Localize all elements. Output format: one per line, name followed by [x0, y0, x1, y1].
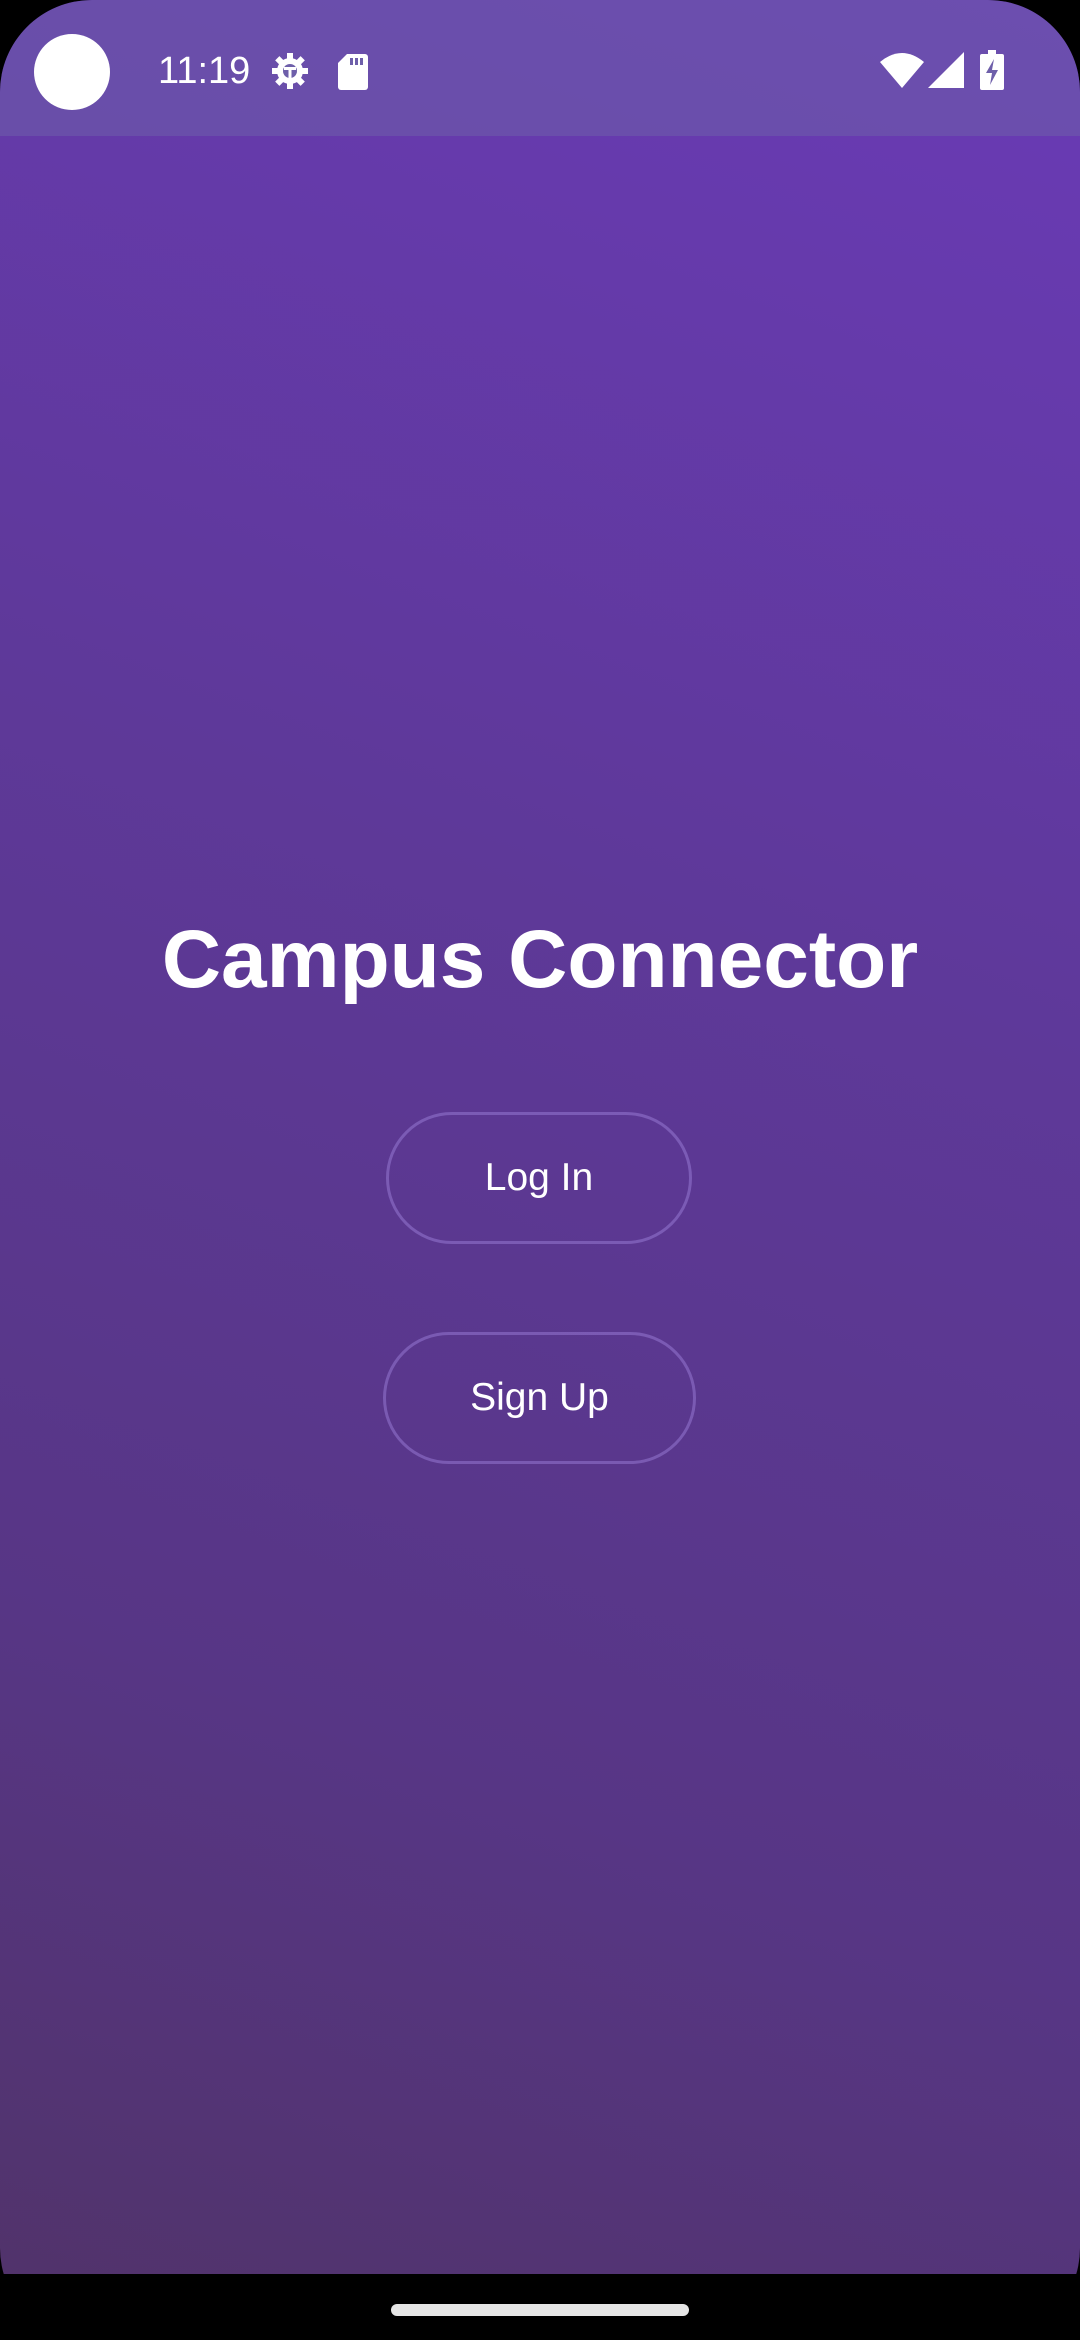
signal-icon — [928, 52, 964, 88]
sd-card-icon — [338, 54, 368, 90]
phone-screen: 11:19 Campus Connector Log In Sign Up — [0, 0, 1080, 2340]
battery-charging-icon — [980, 50, 1004, 90]
signup-button[interactable]: Sign Up — [383, 1332, 696, 1464]
gear-icon — [272, 53, 308, 89]
app-title: Campus Connector — [161, 914, 919, 1005]
camera-cutout — [34, 34, 110, 110]
home-gesture-handle[interactable] — [391, 2304, 689, 2316]
navigation-bar — [0, 2274, 1080, 2340]
login-button[interactable]: Log In — [386, 1112, 692, 1244]
status-time: 11:19 — [158, 50, 251, 92]
status-bar: 11:19 — [0, 0, 1080, 136]
wifi-icon — [880, 53, 924, 88]
